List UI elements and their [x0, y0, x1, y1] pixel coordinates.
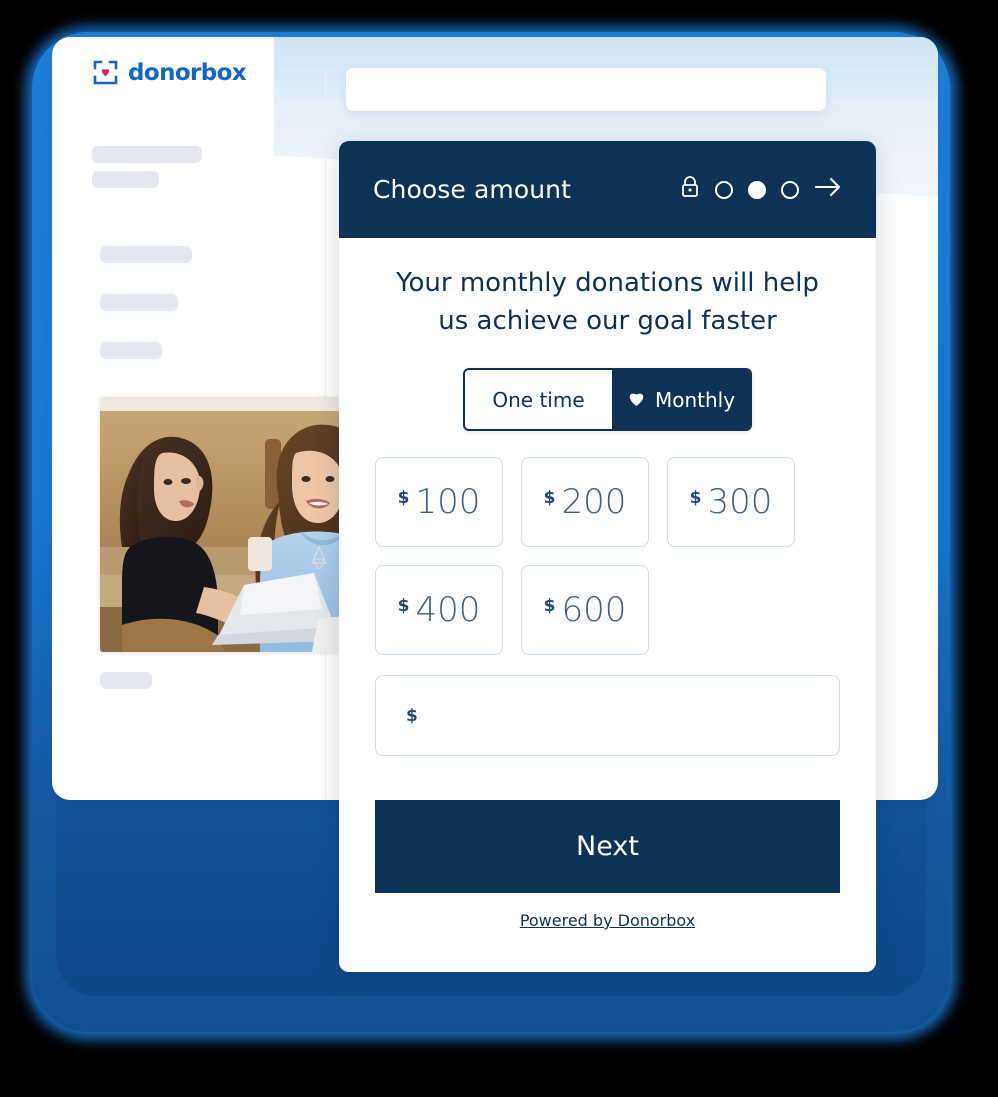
skeleton-bar-1 [92, 146, 202, 163]
amount-currency: $ [689, 488, 702, 508]
next-button[interactable]: Next [375, 800, 840, 893]
form-header-icons [680, 175, 842, 204]
amount-value: 200 [561, 482, 627, 522]
frequency-monthly-button[interactable]: Monthly [612, 370, 750, 429]
frequency-toggle: One time Monthly [463, 368, 752, 431]
amount-button-600[interactable]: $600 [521, 565, 649, 655]
one-time-label: One time [492, 387, 585, 412]
form-body: Your monthly donations will help us achi… [339, 238, 876, 930]
amount-button-400[interactable]: $400 [375, 565, 503, 655]
powered-by-donorbox-link[interactable]: Powered by Donorbox [375, 911, 840, 930]
step-dot-2-active[interactable] [748, 180, 766, 199]
lock-icon [680, 175, 700, 204]
amount-currency: $ [397, 596, 410, 616]
amount-options-grid: $100 $200 $300 $400 $600 [375, 457, 840, 655]
screenshot-stage: donorbox Choose amount Your monthly dona… [0, 0, 998, 1097]
amount-currency: $ [543, 596, 556, 616]
monthly-label: Monthly [654, 387, 736, 412]
amount-value: 300 [707, 482, 773, 522]
skeleton-bar-6 [100, 672, 152, 689]
form-headline: Your monthly donations will help us achi… [396, 268, 819, 336]
custom-amount-field[interactable]: $ [375, 675, 840, 756]
skeleton-bar-4 [100, 294, 178, 311]
skeleton-bar-3 [100, 246, 192, 263]
amount-value: 100 [415, 482, 481, 522]
donorbox-logo[interactable]: donorbox [92, 59, 247, 86]
form-header-title: Choose amount [373, 175, 572, 204]
frequency-one-time-button[interactable]: One time [465, 370, 612, 429]
donorbox-heart-box-icon [92, 59, 119, 86]
step-dot-1[interactable] [715, 180, 733, 199]
custom-amount-currency: $ [406, 705, 418, 726]
logo-wordmark: donorbox [128, 59, 247, 86]
amount-button-100[interactable]: $100 [375, 457, 503, 547]
arrow-right-icon[interactable] [814, 176, 842, 203]
amount-currency: $ [543, 488, 556, 508]
amount-button-300[interactable]: $300 [667, 457, 795, 547]
amount-button-200[interactable]: $200 [521, 457, 649, 547]
custom-amount-input[interactable] [427, 676, 809, 755]
skeleton-bar-2 [92, 171, 159, 188]
donation-form-card: Choose amount Your monthly donations wil… [339, 141, 876, 972]
skeleton-bar-5 [100, 342, 162, 359]
hero-search-placeholder[interactable] [346, 68, 826, 111]
amount-currency: $ [397, 488, 410, 508]
amount-value: 400 [415, 590, 481, 630]
form-header: Choose amount [339, 141, 876, 238]
step-dot-3[interactable] [781, 180, 799, 199]
amount-value: 600 [561, 590, 627, 630]
heart-icon [627, 388, 646, 412]
